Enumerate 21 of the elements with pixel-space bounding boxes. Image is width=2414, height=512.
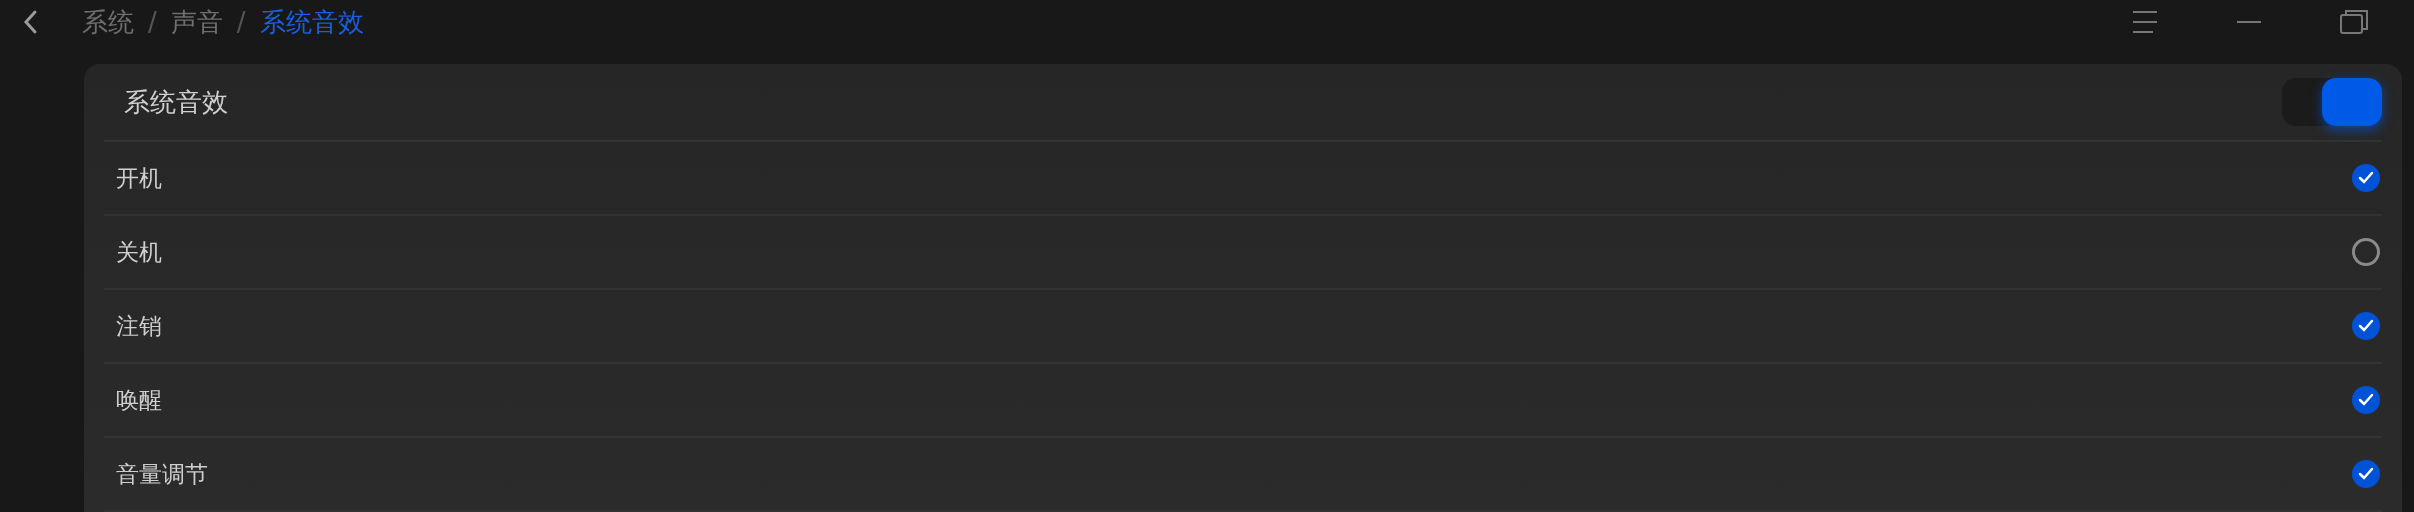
sound-label: 音量调节 — [116, 459, 208, 489]
checkmark-icon — [2358, 467, 2374, 481]
checkbox[interactable] — [2352, 386, 2380, 414]
checkmark-icon — [2358, 319, 2374, 333]
breadcrumb-separator: / — [236, 7, 246, 37]
section-title: 系统音效 — [124, 85, 228, 119]
checkbox[interactable] — [2352, 312, 2380, 340]
sound-label: 唤醒 — [116, 385, 162, 415]
checkbox[interactable] — [2352, 238, 2380, 266]
breadcrumb-link[interactable]: 系统 — [82, 4, 134, 40]
breadcrumb-link[interactable]: 声音 — [170, 4, 223, 40]
breadcrumb-link[interactable]: 系统音效 — [259, 4, 364, 40]
sound-label: 开机 — [116, 163, 162, 193]
sound-label: 注销 — [116, 311, 162, 341]
checkmark-icon — [2358, 171, 2374, 185]
sound-label: 关机 — [116, 237, 162, 267]
checkbox[interactable] — [2352, 164, 2380, 192]
toggle-switch[interactable] — [2282, 78, 2382, 126]
checkbox[interactable] — [2352, 460, 2380, 488]
checkmark-icon — [2358, 393, 2374, 407]
breadcrumb-separator: / — [148, 7, 157, 37]
